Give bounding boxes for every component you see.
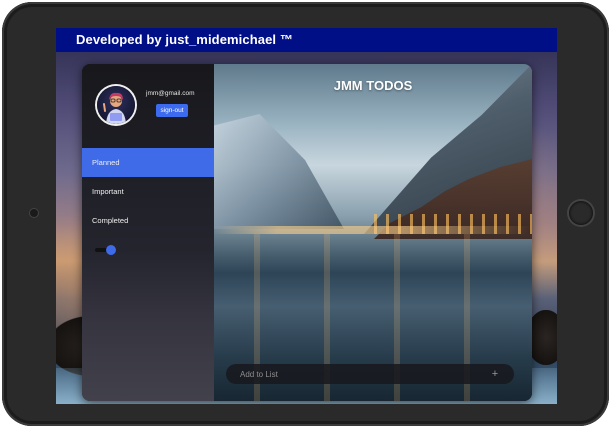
nav-item-completed[interactable]: Completed: [82, 206, 214, 235]
app-title: JMM TODOS: [333, 78, 413, 93]
main-panel: JMM TODOS +: [214, 64, 532, 401]
nav-item-planned[interactable]: Planned: [82, 148, 214, 177]
nav-item-important[interactable]: Important: [82, 177, 214, 206]
sign-out-button[interactable]: sign-out: [156, 104, 188, 117]
avatar: [97, 86, 135, 124]
screen: Developed by just_midemichael ™ jmm@gmai…: [56, 28, 557, 404]
background-mountain-left: [214, 114, 344, 229]
tablet-frame: Developed by just_midemichael ™ jmm@gmai…: [2, 2, 609, 426]
todo-app-window: jmm@gmail.com sign-out Planned Important…: [82, 64, 532, 401]
developer-banner: Developed by just_midemichael ™: [56, 28, 557, 52]
add-to-list-bar: +: [226, 364, 514, 384]
background-shoreline: [214, 226, 532, 234]
banner-text: Developed by just_midemichael ™: [76, 32, 293, 47]
avatar-illustration-icon: [103, 92, 126, 124]
theme-toggle[interactable]: [95, 245, 117, 255]
toggle-knob: [106, 245, 116, 255]
sidebar: jmm@gmail.com sign-out Planned Important…: [82, 64, 214, 401]
camera-icon: [30, 209, 38, 217]
add-to-list-input[interactable]: [240, 364, 480, 384]
user-email: jmm@gmail.com: [146, 90, 195, 97]
plus-icon[interactable]: +: [488, 366, 502, 382]
home-button[interactable]: [569, 201, 593, 225]
